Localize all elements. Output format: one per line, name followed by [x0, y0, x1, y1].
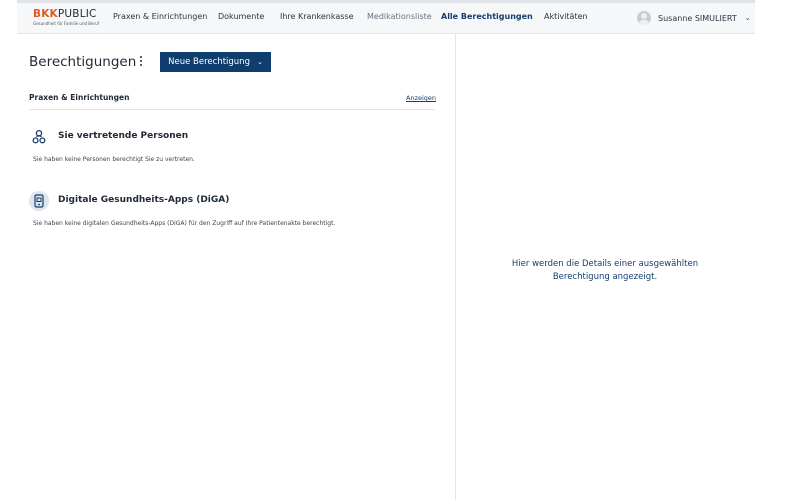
group-title-diga: Digitale Gesundheits-Apps (DiGA) [58, 195, 230, 205]
user-name: Susanne SIMULIERT [658, 13, 737, 23]
logo-tagline: Gesundheit für Familie und Beruf [33, 21, 100, 26]
avatar [637, 11, 651, 25]
new-permission-button[interactable]: Neue Berechtigung ⌄ [160, 52, 271, 72]
group-text-representatives: Sie haben keine Personen berechtigt Sie … [33, 156, 195, 163]
nav-dokumente[interactable]: Dokumente [218, 12, 264, 21]
pane-divider [455, 33, 456, 500]
more-options-icon[interactable] [138, 56, 144, 68]
logo-rest: PUBLIC [57, 8, 97, 20]
app-device-icon [29, 191, 49, 211]
header-bar: BKKPUBLIC Gesundheit für Familie und Ber… [17, 3, 755, 34]
group-title-representatives: Sie vertretende Personen [58, 131, 189, 141]
new-permission-label: Neue Berechtigung [168, 57, 250, 67]
chevron-down-icon: ⌄ [256, 58, 263, 66]
section-divider [29, 109, 435, 110]
app-window: BKKPUBLIC Gesundheit für Familie und Ber… [17, 0, 755, 500]
detail-placeholder-line1: Hier werden die Details einer ausgewählt… [511, 259, 699, 269]
logo-wordmark: BKKPUBLIC [33, 9, 99, 20]
page-title: Berechtigungen [29, 54, 137, 70]
group-text-diga: Sie haben keine digitalen Gesundheits-Ap… [33, 220, 336, 227]
chevron-down-icon: ⌄ [744, 14, 751, 22]
nav-aktivitaeten[interactable]: Aktivitäten [544, 12, 588, 21]
user-menu[interactable]: Susanne SIMULIERT ⌄ [637, 8, 751, 28]
nav-medikationsliste[interactable]: Medikationsliste [367, 12, 432, 21]
nav-praxen-einrichtungen[interactable]: Praxen & Einrichtungen [113, 12, 207, 21]
section-title: Praxen & Einrichtungen [29, 93, 130, 102]
people-icon [29, 127, 49, 147]
logo-accent: BKK [33, 8, 58, 20]
brand-logo[interactable]: BKKPUBLIC Gesundheit für Familie und Ber… [33, 9, 100, 27]
show-link[interactable]: Anzeigen [406, 94, 436, 102]
detail-placeholder-line2: Berechtigung angezeigt. [552, 271, 658, 282]
detail-placeholder: Hier werden die Details einer ausgewählt… [487, 258, 723, 283]
nav-alle-berechtigungen[interactable]: Alle Berechtigungen [441, 12, 533, 21]
nav-ihre-krankenkasse[interactable]: Ihre Krankenkasse [280, 12, 354, 21]
